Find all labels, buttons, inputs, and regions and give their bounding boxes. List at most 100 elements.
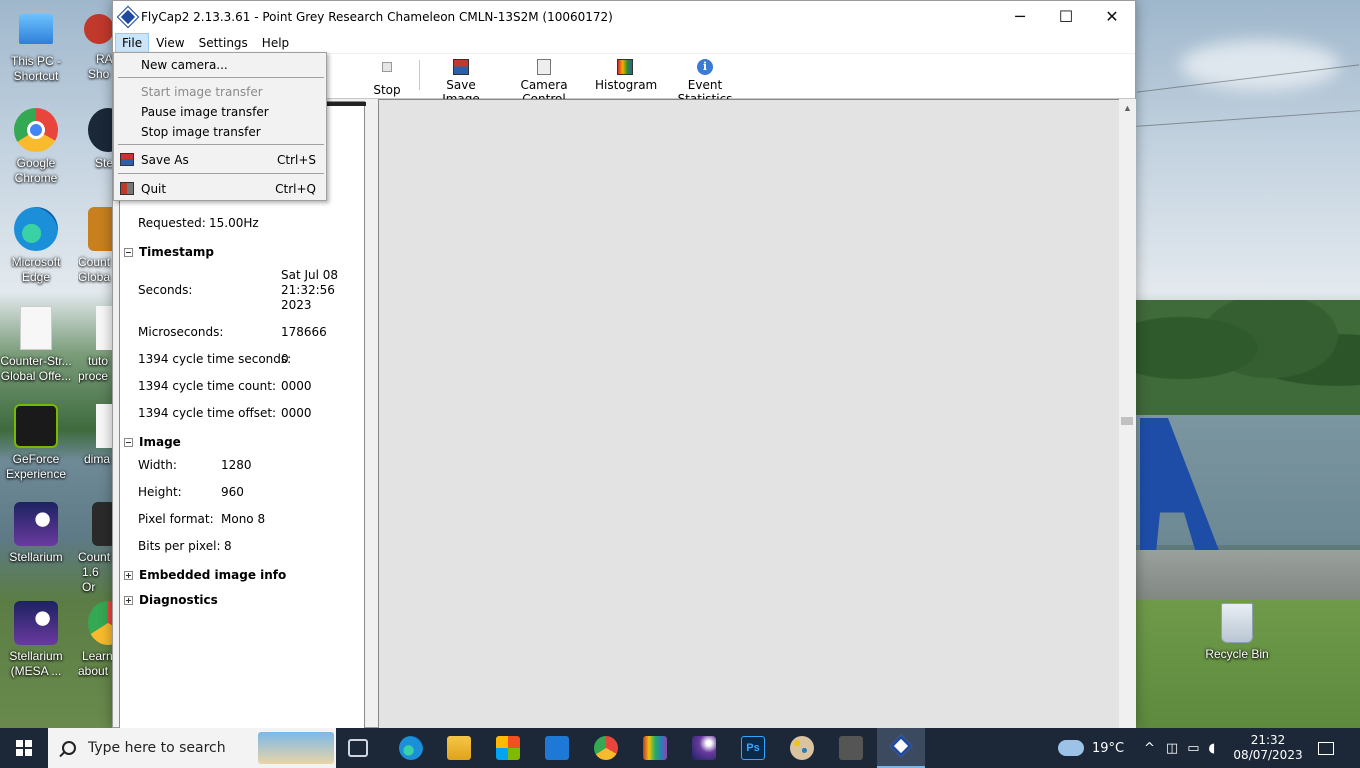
stellarium-icon: [14, 502, 58, 546]
scroll-up-icon[interactable]: ▲: [1123, 103, 1132, 113]
image-section[interactable]: Image: [124, 435, 181, 449]
document-icon: [96, 306, 112, 350]
scroll-thumb[interactable]: [1121, 417, 1133, 425]
stop-button[interactable]: Stop: [367, 58, 407, 97]
desktop-icon-label: Sho: [88, 67, 110, 81]
menu-view[interactable]: View: [149, 33, 191, 53]
menu-pause-image-transfer[interactable]: Pause image transfer: [141, 105, 269, 119]
pixel-format-label: Pixel format:: [138, 512, 214, 526]
width-label: Width:: [138, 458, 177, 472]
seconds-value-line3: 2023: [281, 298, 312, 312]
this-pc-icon: [19, 14, 53, 44]
maximize-button[interactable]: ☐: [1043, 1, 1089, 32]
menu-bar: File View Settings Help: [113, 32, 1135, 54]
search-icon: [62, 741, 76, 755]
file-explorer-icon[interactable]: [447, 736, 471, 760]
menu-file[interactable]: File: [115, 32, 150, 53]
bits-per-pixel-label: Bits per pixel:: [138, 539, 221, 553]
close-button[interactable]: ✕: [1089, 1, 1135, 32]
cycle-offset-value: 0000: [281, 406, 312, 420]
desktop-icon-partial-counter-strike[interactable]: Count Globa: [78, 207, 112, 285]
system-tray: ^ ◫ ▭ ◖: [1144, 728, 1215, 768]
menu-help[interactable]: Help: [255, 33, 296, 53]
desktop-icon-stellarium[interactable]: Stellarium: [0, 502, 75, 565]
expand-icon[interactable]: [124, 570, 133, 580]
paint-icon[interactable]: [790, 736, 814, 760]
menu-stop-image-transfer[interactable]: Stop image transfer: [141, 125, 261, 139]
vertical-scrollbar[interactable]: ▲: [1119, 99, 1136, 729]
height-label: Height:: [138, 485, 182, 499]
microsoft-store-icon[interactable]: [496, 736, 520, 760]
desktop-icon-geforce-experience[interactable]: GeForce Experience: [0, 404, 75, 482]
desktop-icon-partial-dima[interactable]: dima: [78, 404, 112, 467]
flycap-taskbar-button[interactable]: [877, 728, 925, 768]
save-image-icon: [453, 59, 469, 75]
app-icon: [84, 14, 112, 44]
menu-new-camera[interactable]: New camera...: [141, 58, 228, 72]
volume-icon[interactable]: ◖: [1209, 741, 1216, 756]
quit-shortcut: Ctrl+Q: [275, 182, 316, 196]
desktop-icon-label: Ste: [95, 156, 112, 170]
windows-logo-icon: [16, 740, 32, 756]
desktop-icon-label: Learn: [82, 649, 112, 663]
desktop-icon-label: GeForce: [12, 452, 60, 466]
desktop-icon-this-pc[interactable]: This PC - Shortcut: [0, 12, 75, 84]
stellarium-taskbar-icon[interactable]: [692, 736, 716, 760]
desktop-icon-stellarium-mesa[interactable]: Stellarium (MESA ...: [0, 601, 75, 679]
timestamp-section[interactable]: Timestamp: [124, 245, 214, 259]
chrome-icon: [14, 108, 58, 152]
desktop-icon-partial-learn-about[interactable]: Learn about: [78, 601, 112, 679]
desktop-icon-label: Stellarium: [9, 550, 63, 564]
desktop-icon-label: dima: [84, 452, 111, 466]
desktop-icon-label: Chrome: [14, 171, 58, 185]
show-hidden-icons-icon[interactable]: ^: [1144, 741, 1155, 756]
embedded-image-info-section[interactable]: Embedded image info: [124, 568, 286, 582]
menu-settings[interactable]: Settings: [192, 33, 255, 53]
title-bar[interactable]: FlyCap2 2.13.3.61 - Point Grey Research …: [113, 1, 1135, 32]
chrome-taskbar-icon[interactable]: [594, 736, 618, 760]
desktop-icon-counter-strike-go[interactable]: Counter-Str... Global Offe...: [0, 306, 75, 384]
start-button[interactable]: [0, 728, 48, 768]
desktop-icon-label: Stellarium: [9, 649, 63, 663]
menu-save-as[interactable]: Save As: [141, 153, 189, 167]
desktop-icon-recycle-bin[interactable]: Recycle Bin: [1198, 603, 1276, 662]
taskbar-search[interactable]: Type here to search: [48, 728, 336, 768]
color-app-icon[interactable]: [643, 736, 667, 760]
desktop-icon-label: Google: [16, 156, 56, 170]
histogram-button[interactable]: Histogram: [595, 58, 657, 92]
task-view-icon[interactable]: [348, 739, 368, 757]
seconds-value-line1: Sat Jul 08: [281, 268, 339, 282]
expand-icon[interactable]: [124, 595, 133, 605]
mail-icon[interactable]: [545, 736, 569, 760]
taskbar: Type here to search Ps 19°C ^ ◫ ▭ ◖ 21:3…: [0, 728, 1360, 768]
desktop-icon-google-chrome[interactable]: Google Chrome: [0, 108, 75, 186]
minimize-button[interactable]: ─: [997, 1, 1043, 32]
game-taskbar-icon[interactable]: [839, 736, 863, 760]
collapse-icon[interactable]: [124, 437, 133, 447]
seconds-value-line2: 21:32:56: [281, 283, 335, 297]
desktop-icon-partial-tutorial[interactable]: tuto proce: [78, 306, 112, 384]
photoshop-icon[interactable]: Ps: [741, 736, 765, 760]
nvidia-icon: [14, 404, 58, 448]
image-display[interactable]: [378, 99, 1119, 729]
desktop-icon-microsoft-edge[interactable]: Microsoft Edge: [0, 207, 75, 285]
menu-quit[interactable]: Quit: [141, 182, 166, 196]
notifications-button[interactable]: [1318, 728, 1334, 768]
desktop-icon-partial-steam[interactable]: Ste: [78, 108, 112, 171]
clock[interactable]: 21:32 08/07/2023: [1233, 728, 1302, 768]
cycle-seconds-value: 0: [281, 352, 289, 366]
save-as-shortcut: Ctrl+S: [276, 153, 316, 167]
desktop-icon-partial-counter-strike-16[interactable]: Count 1.6 Or: [78, 502, 112, 595]
collapse-icon[interactable]: [124, 247, 133, 257]
image-title: Image: [139, 435, 181, 449]
diagnostics-section[interactable]: Diagnostics: [124, 593, 218, 607]
desktop-icon-partial-ra[interactable]: RA Sho: [78, 12, 112, 82]
toolbar-separator: [419, 60, 420, 90]
cycle-seconds-label: 1394 cycle time seconds:: [138, 352, 292, 366]
network-icon[interactable]: ◫: [1166, 741, 1178, 756]
weather-widget[interactable]: 19°C: [1058, 728, 1124, 768]
edge-taskbar-icon[interactable]: [399, 736, 423, 760]
width-value: 1280: [221, 458, 252, 472]
monitor-icon[interactable]: ▭: [1187, 741, 1199, 756]
bits-per-pixel-value: 8: [224, 539, 232, 553]
